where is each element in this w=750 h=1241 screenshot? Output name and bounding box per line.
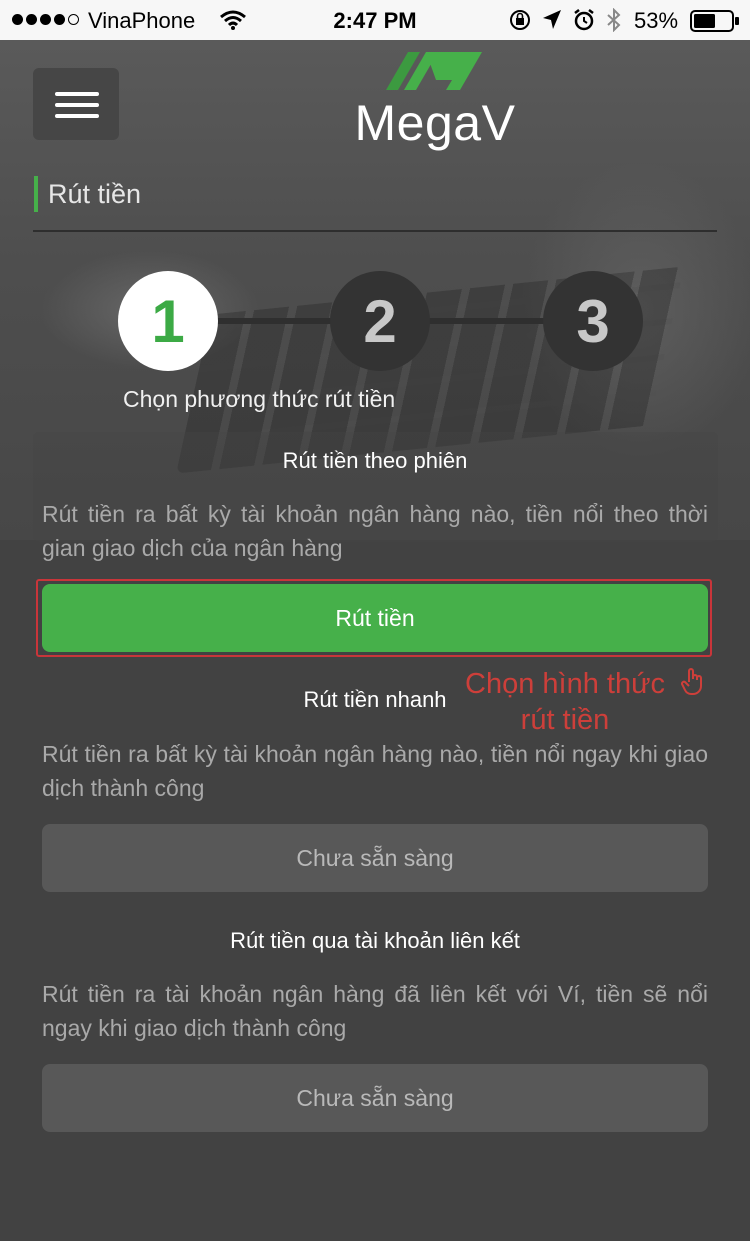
option-title: Rút tiền qua tài khoản liên kết — [230, 928, 520, 953]
status-icons — [508, 7, 622, 38]
battery-percent: 53% — [634, 8, 679, 33]
option-title: Rút tiền theo phiên — [282, 448, 468, 473]
step-3: 3 — [543, 271, 643, 371]
option-description: Rút tiền ra tài khoản ngân hàng đã liên … — [42, 981, 708, 1041]
step-1: 1 — [118, 271, 218, 371]
megav-logo: MegaV — [340, 52, 530, 152]
rotation-lock-icon — [508, 8, 532, 38]
step-caption: Chọn phương thức rút tiền — [123, 386, 396, 412]
hamburger-menu-button[interactable] — [33, 68, 119, 140]
battery-icon — [690, 10, 740, 38]
option-title: Rút tiền nhanh — [303, 687, 447, 712]
page-title: Rút tiền — [34, 176, 141, 212]
highlight-box — [36, 579, 712, 657]
divider — [33, 230, 717, 232]
status-bar: VinaPhone 2:47 PM 53% — [0, 0, 750, 40]
linked-account-not-ready-button[interactable]: Chưa sẵn sàng — [42, 1064, 708, 1132]
alarm-icon — [572, 8, 596, 38]
location-arrow-icon — [542, 9, 562, 37]
megav-logo-mark-icon — [386, 52, 482, 90]
step-2: 2 — [330, 271, 430, 371]
logo-text: MegaV — [354, 95, 516, 151]
hamburger-menu-icon — [55, 92, 99, 96]
option-description: Rút tiền ra bất kỳ tài khoản ngân hàng n… — [42, 501, 708, 561]
option-description: Rút tiền ra bất kỳ tài khoản ngân hàng n… — [42, 741, 708, 801]
fast-withdraw-not-ready-button[interactable]: Chưa sẵn sàng — [42, 824, 708, 892]
bluetooth-icon — [606, 7, 622, 38]
